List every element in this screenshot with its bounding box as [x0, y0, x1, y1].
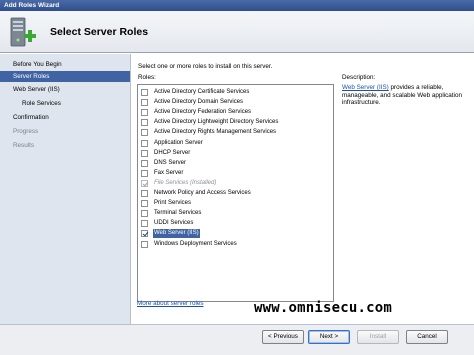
role-checkbox	[141, 179, 148, 187]
role-checkbox[interactable]	[141, 89, 148, 96]
role-checkbox[interactable]	[141, 220, 148, 228]
role-row-active-directory-domain-services[interactable]: Active Directory Domain Services	[140, 98, 332, 107]
role-row-application-server[interactable]: Application Server	[140, 139, 332, 148]
role-row-print-services[interactable]: Print Services	[140, 199, 332, 208]
role-checkbox[interactable]	[141, 99, 148, 107]
role-checkbox[interactable]	[141, 139, 148, 147]
role-row-file-services: File Services (Installed)	[140, 179, 332, 188]
role-label: Active Directory Certificate Services	[154, 89, 250, 95]
role-row-active-directory-certificate-services[interactable]: Active Directory Certificate Services	[140, 88, 332, 97]
role-label: Network Policy and Access Services	[154, 190, 251, 196]
role-row-dhcp-server[interactable]: DHCP Server	[140, 149, 332, 158]
role-checkbox[interactable]	[141, 200, 148, 208]
cancel-button[interactable]: Cancel	[406, 330, 448, 344]
role-checkbox[interactable]	[141, 109, 148, 117]
page-title: Select Server Roles	[50, 26, 149, 38]
description-link-web-server[interactable]: Web Server (IIS)	[342, 84, 389, 91]
nav-item-before-you-begin[interactable]: Before You Begin	[0, 59, 130, 70]
description-label: Description:	[342, 74, 376, 81]
role-row-web-server-iis[interactable]: Web Server (IIS)	[140, 229, 332, 239]
watermark: www.omnisecu.com	[254, 300, 393, 316]
role-row-active-directory-rights-management-services[interactable]: Active Directory Rights Management Servi…	[140, 128, 332, 137]
role-label: DHCP Server	[154, 149, 191, 156]
wizard-footer: < Previous Next > Install Cancel	[0, 324, 474, 355]
roles-list[interactable]: Active Directory Certificate Services Act…	[137, 84, 334, 302]
role-label: Windows Deployment Services	[154, 240, 237, 247]
role-row-uddi-services[interactable]: UDDI Services	[140, 219, 332, 228]
install-button: Install	[357, 330, 399, 344]
role-row-active-directory-lightweight-directory-services[interactable]: Active Directory Lightweight Directory S…	[140, 118, 332, 127]
window-titlebar: Add Roles Wizard	[0, 0, 474, 11]
role-label: Fax Server	[154, 169, 184, 176]
role-row-windows-deployment-services[interactable]: Windows Deployment Services	[140, 240, 332, 249]
nav-item-role-services[interactable]: Role Services	[0, 98, 130, 109]
role-label: Terminal Services	[154, 210, 202, 217]
wizard-header: Select Server Roles	[0, 11, 474, 53]
role-label: Web Server (IIS)	[153, 229, 200, 239]
role-checkbox[interactable]	[141, 230, 148, 238]
role-row-fax-server[interactable]: Fax Server	[140, 169, 332, 178]
role-checkbox[interactable]	[141, 190, 148, 197]
role-label: File Services (Installed)	[154, 179, 217, 186]
role-row-terminal-services[interactable]: Terminal Services	[140, 209, 332, 218]
role-label: UDDI Services	[154, 220, 194, 227]
role-checkbox[interactable]	[141, 240, 148, 248]
window-title: Add Roles Wizard	[4, 2, 60, 9]
role-checkbox[interactable]	[141, 169, 148, 177]
server-roles-wizard-icon	[10, 17, 36, 47]
main-content: Select one or more roles to install on t…	[132, 54, 474, 324]
next-button[interactable]: Next >	[308, 330, 350, 344]
wizard-navigation: Before You Begin Server Roles Web Server…	[0, 54, 131, 324]
nav-item-web-server-iis[interactable]: Web Server (IIS)	[0, 84, 130, 95]
nav-item-progress: Progress	[13, 128, 39, 135]
more-about-server-roles-link[interactable]: More about server roles	[137, 300, 204, 307]
role-label: DNS Server	[154, 159, 187, 166]
role-checkbox[interactable]	[141, 129, 148, 137]
role-checkbox[interactable]	[141, 159, 148, 167]
intro-text: Select one or more roles to install on t…	[138, 63, 273, 70]
role-checkbox[interactable]	[141, 149, 148, 157]
description-text: Web Server (IIS) provides a reliable, ma…	[342, 84, 468, 107]
role-row-active-directory-federation-services[interactable]: Active Directory Federation Services	[140, 108, 332, 117]
role-label: Active Directory Rights Management Servi…	[154, 129, 277, 136]
role-label: Print Services	[154, 200, 192, 207]
role-row-dns-server[interactable]: DNS Server	[140, 159, 332, 168]
role-checkbox[interactable]	[141, 119, 148, 127]
previous-button[interactable]: < Previous	[262, 330, 304, 344]
nav-item-server-roles[interactable]: Server Roles	[0, 71, 130, 82]
role-label: Active Directory Lightweight Directory S…	[154, 119, 279, 126]
role-label: Active Directory Federation Services	[154, 109, 252, 116]
role-row-network-policy-and-access-services[interactable]: Network Policy and Access Services	[140, 189, 332, 198]
role-label: Application Server	[154, 139, 203, 146]
role-label: Active Directory Domain Services	[154, 99, 244, 106]
role-checkbox[interactable]	[141, 210, 148, 218]
nav-item-confirmation[interactable]: Confirmation	[0, 112, 130, 123]
roles-label: Roles:	[138, 74, 156, 81]
nav-item-results: Results	[13, 142, 34, 149]
